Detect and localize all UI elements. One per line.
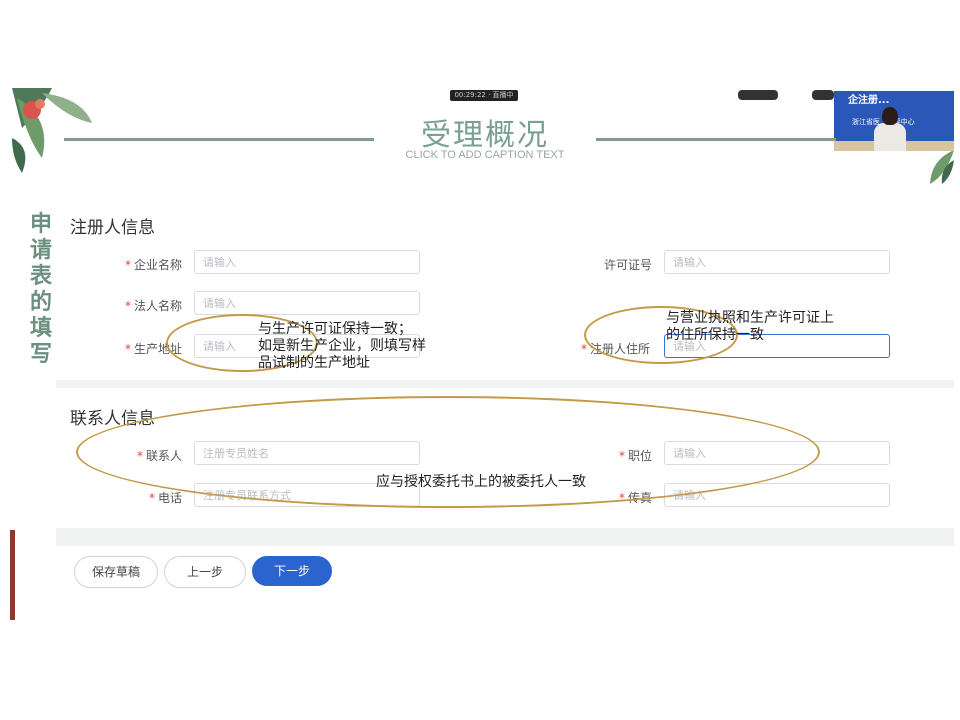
annotation-line: 与生产许可证保持一致； [258, 321, 412, 337]
label-text: 企业名称 [133, 258, 182, 272]
annotation-contact: 应与授权委托书上的被委托人一致 [376, 474, 586, 490]
annotation-line: 如是新生产企业，则填写样 [258, 338, 426, 354]
header-rule-right [596, 138, 836, 141]
window-edge [10, 530, 15, 620]
annotation-line: 与营业执照和生产许可证上 [666, 310, 834, 326]
webcam-feed: 企注册... 浙江省医...审评中心 [834, 91, 954, 151]
label-text: 许可证号 [603, 258, 652, 272]
annotation-line: 品试制的生产地址 [258, 355, 370, 371]
overlay-pill [738, 90, 778, 100]
label-legal-person: * 法人名称 [92, 297, 182, 314]
annotation-registrant-address: 与营业执照和生产许可证上 的住所保持一致 [666, 310, 834, 344]
presenter-body [874, 123, 906, 151]
label-license-no: 许可证号 [562, 256, 652, 273]
presenter-head [882, 107, 898, 125]
slide-title: 受理概况 [421, 118, 549, 153]
leaf-decoration-right [930, 150, 954, 184]
leaf-decoration-left [12, 88, 92, 173]
annotation-ring-contact [76, 396, 820, 508]
annotation-line: 的住所保持一致 [666, 327, 764, 343]
section-title-registrant: 注册人信息 [70, 218, 155, 238]
required-mark: * [124, 258, 131, 272]
next-step-button[interactable]: 下一步 [252, 556, 332, 586]
vertical-section-title: 申请表的填写 [29, 212, 52, 367]
label-text: 电话 [157, 491, 182, 505]
slide-caption: CLICK TO ADD CAPTION TEXT [405, 149, 565, 161]
label-text: 法人名称 [133, 299, 182, 313]
label-phone: * 电话 [92, 489, 182, 506]
legal-person-input[interactable]: 请输入 [194, 291, 420, 315]
label-company-name: * 企业名称 [92, 256, 182, 273]
overlay-pill [812, 90, 834, 100]
panel-divider [56, 528, 954, 546]
header-rule-left [64, 138, 374, 141]
prev-step-button[interactable]: 上一步 [164, 556, 246, 588]
company-name-input[interactable]: 请输入 [194, 250, 420, 274]
save-draft-button[interactable]: 保存草稿 [74, 556, 158, 588]
required-mark: * [124, 342, 131, 356]
panel-divider [56, 380, 954, 388]
license-no-input[interactable]: 请输入 [664, 250, 890, 274]
recording-timer: 00:29:22 · 直播中 [450, 90, 518, 101]
required-mark: * [124, 299, 131, 313]
required-mark: * [580, 342, 587, 356]
annotation-production-address: 与生产许可证保持一致； 如是新生产企业，则填写样 品试制的生产地址 [258, 321, 426, 372]
required-mark: * [148, 491, 155, 505]
webcam-banner-title: 企注册... [848, 95, 890, 106]
